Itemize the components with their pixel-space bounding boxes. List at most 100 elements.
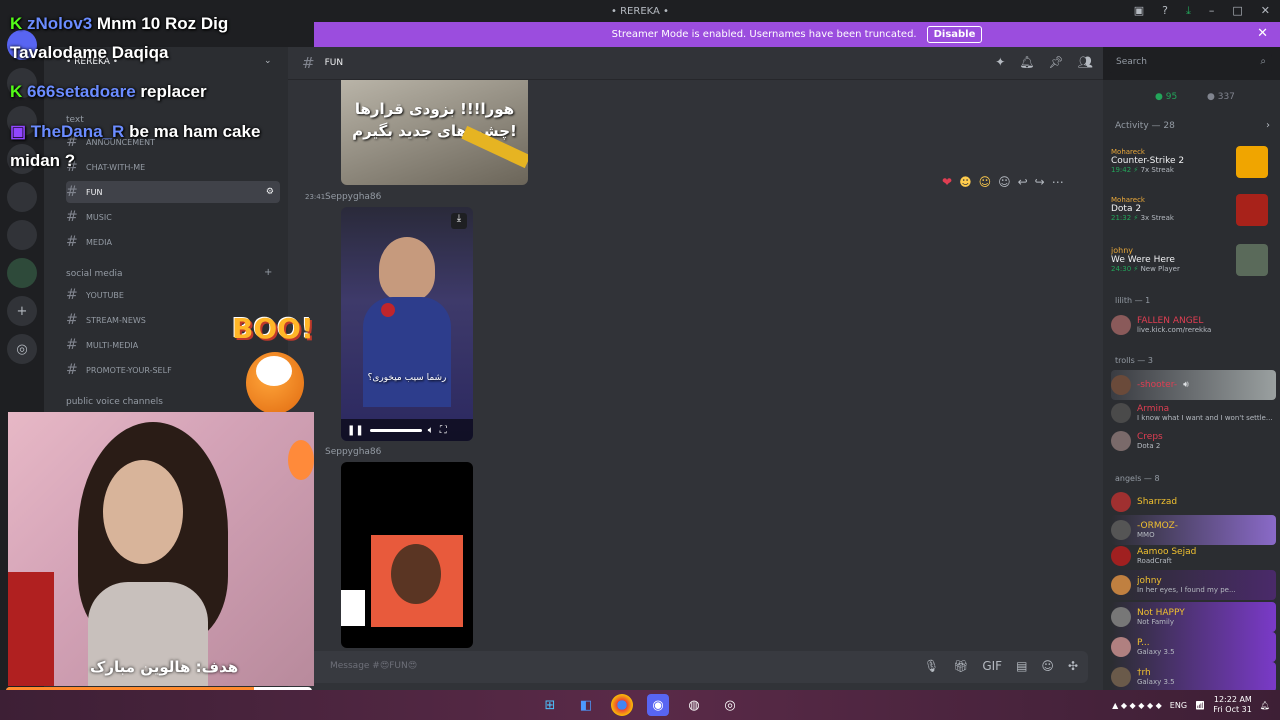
message-composer[interactable]: Message #😍FUN😍 🎙︎ 🎁︎ GIF ▤ ☺ ✣	[302, 651, 1088, 683]
server-icon[interactable]	[7, 144, 37, 174]
category-text[interactable]: text	[66, 115, 84, 125]
avatar	[1111, 546, 1131, 566]
activity-item[interactable]: Mohareck Counter-Strike 2 19:42 ⚡ 7x Str…	[1111, 146, 1276, 178]
windows-start-icon[interactable]: ⊞	[539, 694, 561, 716]
member-item[interactable]: Sharrzad	[1111, 487, 1276, 517]
channel-youtube[interactable]: # YOUTUBE	[66, 284, 280, 306]
channel-label: PROMOTE-YOUR-SELF	[86, 365, 172, 375]
inbox-icon[interactable]: ▣	[1134, 4, 1144, 18]
gear-icon[interactable]: ⚙	[266, 187, 274, 197]
gif-icon[interactable]: GIF	[982, 659, 1002, 673]
activity-item[interactable]: johny We Were Here 24:30 ⚡ New Player	[1111, 244, 1276, 276]
server-icon[interactable]	[7, 258, 37, 288]
notification-icon[interactable]: 🔔︎	[1260, 701, 1270, 710]
channel-music[interactable]: # MUSIC	[66, 206, 280, 228]
mic-off-icon[interactable]: 🎙︎	[924, 659, 939, 673]
channel-fun[interactable]: # FUN ⚙	[66, 181, 280, 203]
explore-icon[interactable]: ◎	[7, 334, 37, 364]
server-icon[interactable]	[7, 30, 37, 60]
close-window-button[interactable]: ✕	[1261, 4, 1270, 18]
discord-icon[interactable]: ◉	[647, 694, 669, 716]
activity-item[interactable]: Mohareck Dota 2 21:32 ⚡ 3x Streak	[1111, 194, 1276, 226]
hash-icon: #	[66, 312, 78, 328]
category-voice[interactable]: public voice channels	[66, 397, 163, 407]
hash-icon: #	[66, 234, 78, 250]
apps-icon[interactable]: ✣	[1068, 659, 1078, 673]
sticker-icon[interactable]: ▤	[1016, 659, 1027, 673]
channel-stream-news[interactable]: # STREAM-NEWS	[66, 309, 280, 331]
forward-icon[interactable]: ↪	[1035, 175, 1045, 189]
chrome-icon[interactable]	[611, 694, 633, 716]
member-item[interactable]: Armina I know what I want and I won't set…	[1111, 398, 1276, 428]
channel-multi-media[interactable]: # MULTI-MEDIA	[66, 334, 280, 356]
bell-icon[interactable]: 🔔︎	[1019, 55, 1034, 69]
disable-button[interactable]: Disable	[926, 26, 983, 43]
search-input[interactable]: Search ⌕	[1108, 53, 1272, 73]
video-player[interactable]	[341, 462, 473, 648]
video-player[interactable]: رشما سیب میخوری؟ ⤓ ❚❚ 🔈︎ ⛶	[341, 207, 473, 441]
add-server-icon[interactable]: +	[7, 296, 37, 326]
channel-label: YOUTUBE	[86, 290, 124, 300]
member-item[interactable]: †rh Galaxy 3.5	[1111, 662, 1276, 692]
server-icon[interactable]	[7, 220, 37, 250]
heart-icon[interactable]: ❤	[942, 175, 952, 189]
member-item[interactable]: johny In her eyes, I found my pe...	[1111, 570, 1276, 600]
emoji-icon[interactable]: ☻	[959, 175, 972, 189]
gift-icon[interactable]: 🎁︎	[953, 659, 968, 673]
member-name: Aamoo Sejad	[1137, 547, 1197, 557]
member-item[interactable]: Creps Dota 2	[1111, 426, 1276, 456]
fullscreen-icon[interactable]: ⛶	[440, 425, 447, 436]
files-icon[interactable]: ◧	[575, 694, 597, 716]
emoji-icon[interactable]: ☺	[1041, 659, 1054, 673]
category-social[interactable]: social media	[66, 269, 123, 279]
pin-icon[interactable]: 📌︎	[1049, 55, 1064, 69]
channel-media[interactable]: # MEDIA	[66, 231, 280, 253]
member-item[interactable]: Aamoo Sejad RoadCraft	[1111, 541, 1276, 571]
download-icon[interactable]: ⤓	[1186, 4, 1191, 18]
member-item[interactable]: -shooter- 🔊︎	[1111, 370, 1276, 400]
tray-icons[interactable]: ▲ ◆ ◆ ◆ ◆ ◆	[1112, 701, 1162, 710]
obs-icon[interactable]: ◎	[719, 694, 741, 716]
member-item[interactable]: FALLEN ANGEL live.kick.com/rerekka	[1111, 310, 1276, 340]
server-icon[interactable]	[7, 106, 37, 136]
volume-icon[interactable]: 🔈︎	[428, 425, 434, 436]
member-item[interactable]: Not HAPPY Not Family	[1111, 602, 1276, 632]
pause-icon[interactable]: ❚❚	[347, 425, 364, 436]
message-image[interactable]: هورا!!! بزودی قرارها چشم های جدید بگیرم!	[341, 80, 528, 185]
server-name[interactable]: • REREKA •	[66, 57, 118, 67]
emoji-icon[interactable]: ☺	[979, 175, 992, 189]
chevron-right-icon[interactable]: ›	[1266, 120, 1270, 131]
minimize-button[interactable]: –	[1209, 4, 1215, 18]
download-icon[interactable]: ⤓	[451, 213, 467, 229]
reply-icon[interactable]: ↩	[1018, 175, 1028, 189]
add-reaction-icon[interactable]: ☺	[998, 175, 1011, 189]
threads-icon[interactable]: ✦	[995, 55, 1005, 69]
message-author[interactable]: Seppygha86	[325, 192, 381, 202]
language-indicator[interactable]: ENG	[1170, 701, 1187, 710]
server-icon[interactable]	[7, 68, 37, 98]
channel-announcement[interactable]: # ANNOUNCEMENT	[66, 131, 280, 153]
maximize-button[interactable]: □	[1232, 4, 1242, 18]
wifi-icon[interactable]: 📶︎	[1195, 701, 1205, 710]
more-icon[interactable]: ⋯	[1052, 175, 1064, 189]
clock[interactable]: 12:22 AM Fri Oct 31	[1213, 695, 1252, 715]
chevron-down-icon[interactable]: ⌄	[264, 56, 272, 66]
close-icon[interactable]: ✕	[1257, 26, 1268, 41]
steam-icon[interactable]: ◍	[683, 694, 705, 716]
server-icon[interactable]	[7, 182, 37, 212]
members-icon[interactable]: 👥︎	[1078, 55, 1093, 69]
avatar	[1111, 315, 1131, 335]
member-list: ● 95 ● 337 Activity — 28 › Mohareck Coun…	[1103, 80, 1280, 692]
channel-label: ANNOUNCEMENT	[86, 137, 156, 147]
channel-chat[interactable]: # CHAT-WITH-ME	[66, 156, 280, 178]
role-header: angels — 8	[1115, 474, 1160, 483]
add-channel-icon[interactable]: +	[264, 267, 272, 278]
video-progress[interactable]	[369, 428, 422, 432]
help-icon[interactable]: ?	[1162, 4, 1168, 18]
channel-promote[interactable]: # PROMOTE-YOUR-SELF	[66, 359, 280, 381]
member-item[interactable]: P... Galaxy 3.5	[1111, 632, 1276, 662]
activity-header[interactable]: Activity — 28	[1115, 121, 1175, 131]
message-author[interactable]: Seppygha86	[325, 447, 381, 457]
streak-value: 7x Streak	[1140, 166, 1174, 174]
member-status: MMO	[1137, 531, 1155, 539]
